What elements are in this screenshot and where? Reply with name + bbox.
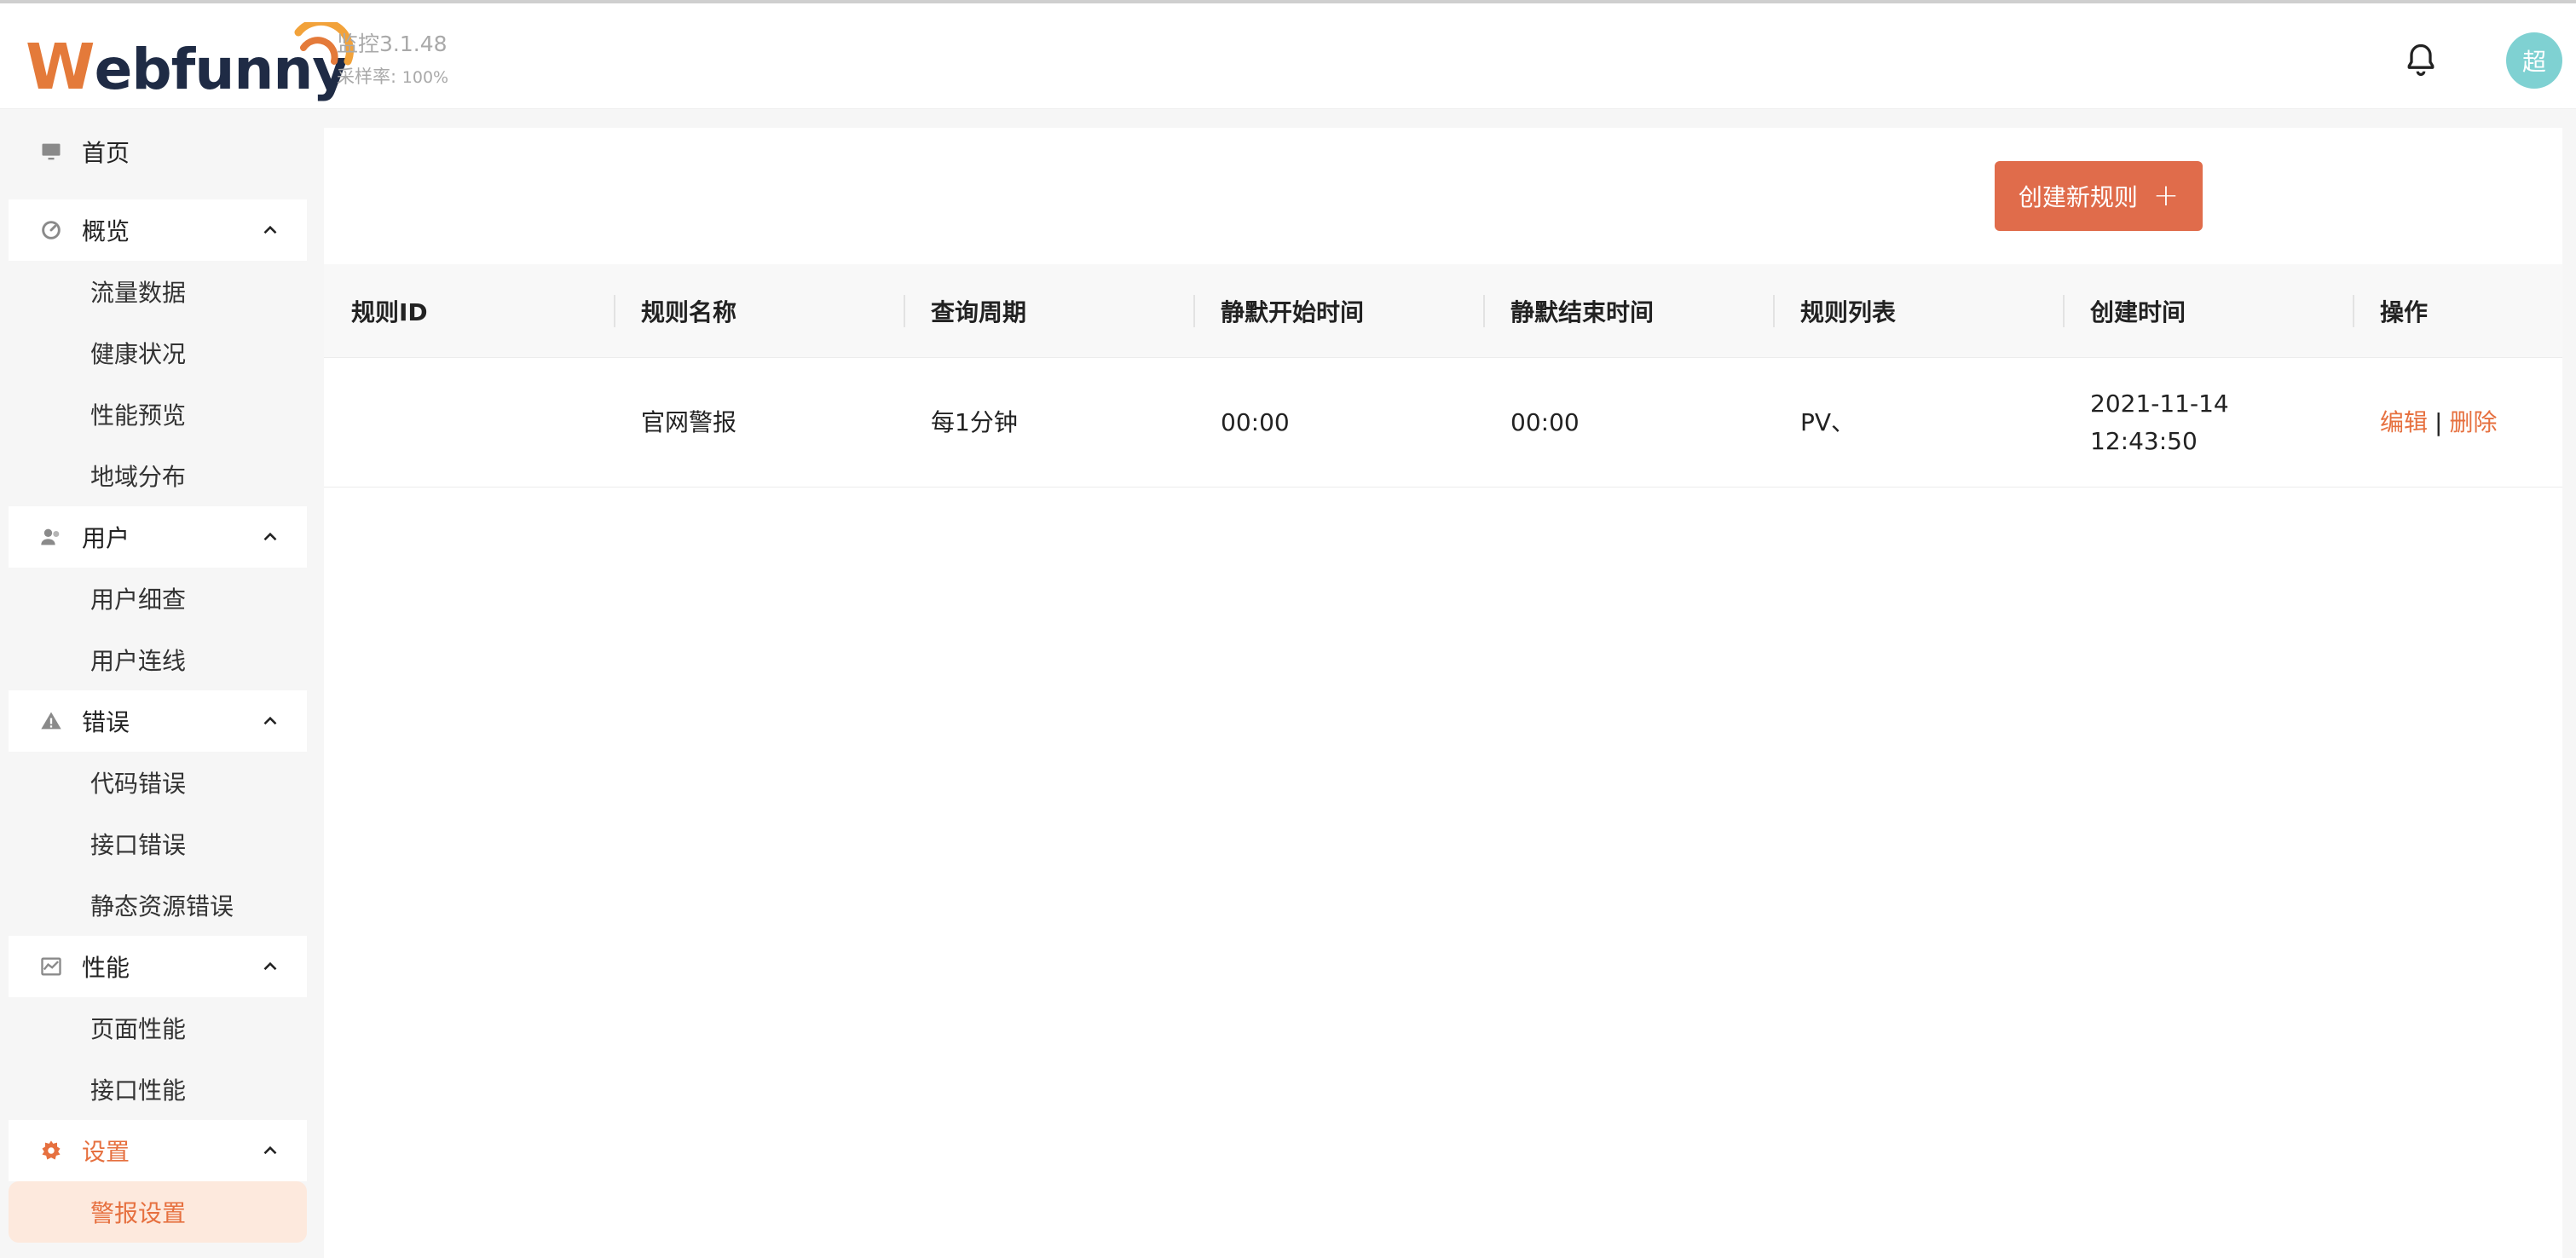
col-query-period[interactable]: 查询周期 <box>904 264 1193 358</box>
warning-icon <box>41 712 61 730</box>
cell-rule-name: 官网警报 <box>641 408 737 436</box>
app-header: Webfunny 监控3.1.48 采样率: 100% 超 <box>0 3 2576 109</box>
gear-icon <box>42 1140 61 1160</box>
sidebar-group-users[interactable]: 用户 <box>9 506 307 568</box>
sidebar-item-code-errors[interactable]: 代码错误 <box>9 752 307 813</box>
chevron-up-icon <box>263 716 277 725</box>
cell-silence-start: 00:00 <box>1221 408 1290 436</box>
col-actions[interactable]: 操作 <box>2353 264 2562 358</box>
chevron-up-icon <box>263 961 277 971</box>
create-rule-button[interactable]: 创建新规则 + <box>1995 161 2203 231</box>
table-row: 官网警报 每1分钟 00:00 00:00 PV、 2021-11-14 12:… <box>324 358 2562 488</box>
logo[interactable]: Webfunny <box>26 17 354 99</box>
monitor-icon <box>42 143 61 160</box>
sidebar-item-user-connect[interactable]: 用户连线 <box>9 629 307 690</box>
chevron-up-icon <box>263 225 277 234</box>
sidebar-item-health[interactable]: 健康状况 <box>9 322 307 384</box>
sidebar-item-user-detail[interactable]: 用户细查 <box>9 568 307 629</box>
sidebar-group-performance[interactable]: 性能 <box>9 936 307 997</box>
col-silence-start[interactable]: 静默开始时间 <box>1193 264 1483 358</box>
avatar[interactable]: 超 <box>2506 32 2562 89</box>
sidebar-item-performance-preview[interactable]: 性能预览 <box>9 384 307 445</box>
cell-silence-end: 00:00 <box>1510 408 1580 436</box>
bell-icon[interactable] <box>2402 41 2440 78</box>
sidebar-item-geo[interactable]: 地域分布 <box>9 445 307 506</box>
sidebar: 首页 概览 流量数据 健康状况 性能预览 地域分布 用户 用户细查 用户连线 错… <box>0 109 309 1258</box>
gauge-icon <box>42 221 61 239</box>
sidebar-item-page-performance[interactable]: 页面性能 <box>9 997 307 1059</box>
sidebar-item-alert-settings[interactable]: 警报设置 <box>9 1181 307 1243</box>
sidebar-group-settings[interactable]: 设置 <box>9 1120 307 1181</box>
cell-rule-id <box>324 358 614 488</box>
users-icon <box>41 528 60 545</box>
sidebar-item-api-performance[interactable]: 接口性能 <box>9 1059 307 1120</box>
chevron-up-icon <box>263 532 277 541</box>
sidebar-item-resource-errors[interactable]: 静态资源错误 <box>9 874 307 936</box>
col-silence-end[interactable]: 静默结束时间 <box>1483 264 1773 358</box>
sidebar-item-home[interactable]: 首页 <box>9 121 307 182</box>
sidebar-item-api-errors[interactable]: 接口错误 <box>9 813 307 874</box>
edit-link[interactable]: 编辑 <box>2380 404 2428 441</box>
sample-rate: 采样率: 100% <box>337 66 449 87</box>
delete-link[interactable]: 删除 <box>2449 404 2497 441</box>
sidebar-group-errors[interactable]: 错误 <box>9 690 307 752</box>
version-label: 监控3.1.48 <box>337 32 448 56</box>
col-rule-list[interactable]: 规则列表 <box>1773 264 2063 358</box>
action-separator: | <box>2434 408 2443 436</box>
chart-icon <box>41 957 61 976</box>
cell-rule-list: PV、 <box>1800 408 1856 436</box>
sidebar-group-overview[interactable]: 概览 <box>9 199 307 261</box>
col-rule-name[interactable]: 规则名称 <box>614 264 904 358</box>
col-created-time[interactable]: 创建时间 <box>2063 264 2353 358</box>
cell-query-period: 每1分钟 <box>931 408 1018 436</box>
table-header: 规则ID 规则名称 查询周期 静默开始时间 静默结束时间 规则列表 创建时间 操… <box>324 264 2562 358</box>
sidebar-item-traffic[interactable]: 流量数据 <box>9 261 307 322</box>
plus-icon: + <box>2152 178 2180 213</box>
chevron-up-icon <box>263 1145 277 1155</box>
cell-actions: 编辑 | 删除 <box>2353 358 2562 488</box>
cell-created-time: 2021-11-14 12:43:50 <box>2090 390 2229 455</box>
col-rule-id[interactable]: 规则ID <box>324 264 614 358</box>
